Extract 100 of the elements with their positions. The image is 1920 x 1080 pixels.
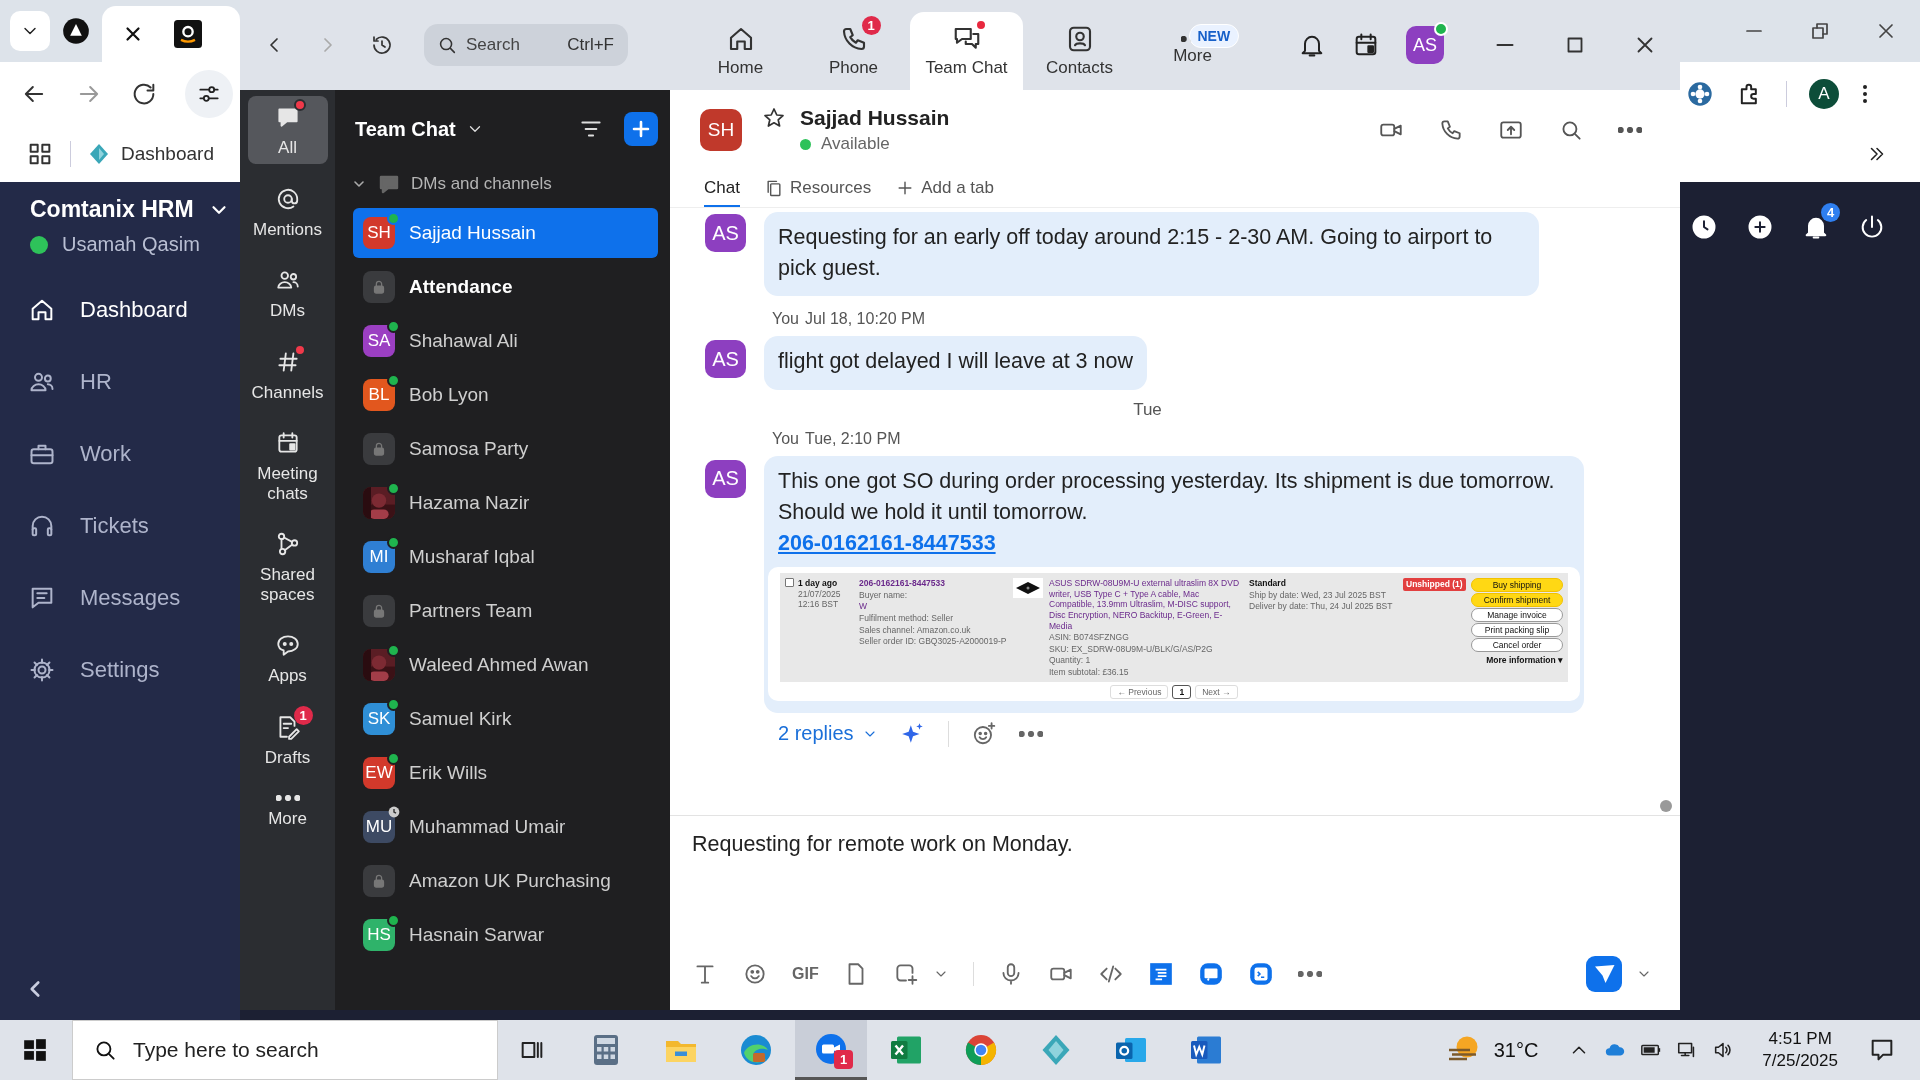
settings-icon	[28, 656, 56, 684]
chat-list-item[interactable]: HS Hasnain Sarwar	[353, 910, 658, 960]
avatar: BL	[363, 379, 395, 411]
pager-button[interactable]: Next →	[1195, 684, 1238, 699]
site-settings-button[interactable]	[185, 69, 233, 118]
rail-item[interactable]: Apps	[247, 624, 328, 692]
avatar: MI	[363, 541, 395, 573]
nav-item[interactable]: Work	[0, 418, 240, 490]
windows-start-icon[interactable]	[22, 1037, 48, 1063]
nav-item[interactable]: Settings	[0, 634, 240, 706]
pager-button[interactable]: 1	[1172, 684, 1192, 699]
product-link[interactable]: ASUS SDRW-08U9M-U external ultraslim 8X DVD writer, USB Type C + Type A cable, Mac Compatible, 13.9mm Ultraslim, M-DISC support, Disc Encryption, NERO Backitup, E-Green, E-Media	[1049, 578, 1245, 632]
extension-icon[interactable]	[1686, 79, 1714, 108]
product-thumbnail-icon	[1013, 578, 1043, 599]
notes-app-icon[interactable]	[1147, 961, 1174, 987]
pager-button[interactable]: ← Previous	[1110, 684, 1169, 699]
chat-list-item[interactable]: SK Samuel Kirk	[353, 694, 658, 744]
nav-item[interactable]: Dashboard	[0, 274, 240, 346]
chat-list-item[interactable]: MI Musharaf Iqbal	[353, 532, 658, 582]
chat-list-item[interactable]: Amazon UK Purchasing	[353, 856, 658, 906]
chat-list-item[interactable]: MU Muhammad Umair	[353, 802, 658, 852]
rail-item[interactable]: Mentions	[247, 177, 328, 246]
nav-tab[interactable]: Home	[684, 12, 797, 90]
online-dot	[800, 138, 811, 150]
chat-tab[interactable]: Chat	[704, 171, 740, 207]
phone-icon[interactable]	[1438, 117, 1464, 143]
rail-item[interactable]: More	[247, 787, 328, 835]
temperature[interactable]: 31°C	[1493, 1038, 1539, 1062]
shortcut-hint: Ctrl+F	[567, 35, 614, 55]
chat-tab[interactable]: Add a tab	[895, 171, 994, 207]
new-chat-button[interactable]	[624, 112, 658, 146]
chat-list-item[interactable]: Partners Team	[353, 586, 658, 636]
chat-list-item[interactable]: Attendance	[353, 262, 658, 312]
cell-text: Seller order ID: GBQ3025-A2000019-P	[859, 636, 1007, 647]
clock[interactable]: 4:51 PM 7/25/2025	[1762, 1027, 1838, 1073]
section-header[interactable]: DMs and channels	[335, 160, 658, 208]
cell-text: ASIN: B074SFZNGG	[1049, 632, 1129, 643]
cell-text: W	[859, 601, 868, 612]
terminal-app-icon[interactable]	[1247, 961, 1274, 987]
chat-list-item[interactable]: SH Sajjad Hussain	[353, 208, 658, 258]
rail-item[interactable]: DMs	[247, 259, 328, 327]
order-link[interactable]: 206-0162161-8447533	[859, 578, 946, 589]
more-info-link[interactable]: More information ▾	[1471, 655, 1563, 666]
profile-avatar[interactable]: AS	[1406, 26, 1444, 64]
action-button[interactable]: Buy shipping	[1471, 578, 1563, 593]
gif-button[interactable]: GIF	[792, 965, 819, 983]
cell-text: Buyer name:	[859, 589, 908, 601]
action-button[interactable]: Cancel order	[1471, 638, 1563, 653]
more-icon[interactable]	[1618, 127, 1642, 133]
nav-tab[interactable]: 1 Phone	[797, 12, 910, 90]
nav-tab[interactable]: NEW More	[1136, 12, 1249, 90]
action-button[interactable]: Manage invoice	[1471, 608, 1563, 623]
chat-tab[interactable]: Resources	[763, 171, 872, 207]
panel-title[interactable]: Team Chat	[355, 117, 456, 141]
action-button[interactable]: Print packing slip	[1471, 623, 1563, 638]
cell-text: Ship by date: Wed, 23 Jul 2025 BST	[1249, 589, 1386, 601]
chat-list-item[interactable]: BL Bob Lyon	[353, 370, 658, 420]
history-icon[interactable]	[370, 33, 394, 57]
clock-icon[interactable]	[1690, 213, 1718, 241]
cell-text: 1 day ago	[798, 578, 839, 589]
site-logo-icon[interactable]	[62, 17, 90, 45]
nav-item[interactable]: HR	[0, 346, 240, 418]
chat-bubble-icon	[274, 632, 301, 659]
chat-list-item[interactable]: Waleed Ahmed Awan	[353, 640, 658, 690]
chat-list-item[interactable]: Hazama Nazir	[353, 478, 658, 528]
whiteboard-app-icon[interactable]	[1197, 961, 1224, 987]
add-icon[interactable]	[1746, 213, 1774, 241]
bookmark-link[interactable]: Dashboard	[121, 142, 214, 165]
order-link[interactable]: 206-0162161-8447533	[778, 527, 1570, 560]
star-icon[interactable]	[762, 106, 786, 130]
profile-avatar[interactable]: A	[1809, 78, 1839, 109]
search-field[interactable]: Type here to search	[72, 1020, 498, 1080]
action-button[interactable]: Confirm shipment	[1471, 593, 1563, 608]
rail-item[interactable]: Shared spaces	[247, 523, 328, 611]
message-input[interactable]: Requesting for remote work on Monday.	[692, 826, 1652, 863]
scrollbar-thumb[interactable]	[1660, 800, 1672, 812]
nav-item[interactable]: Tickets	[0, 490, 240, 562]
checkbox[interactable]	[785, 578, 794, 588]
browser-tab[interactable]	[102, 6, 240, 62]
nav-item[interactable]: Messages	[0, 562, 240, 634]
more-icon[interactable]	[1018, 730, 1043, 737]
nav-tab[interactable]: Contacts	[1023, 12, 1136, 90]
rail-item[interactable]: All	[247, 96, 328, 164]
chat-list-item[interactable]: SA Shahawal Ali	[353, 316, 658, 366]
more-icon[interactable]	[1297, 971, 1322, 977]
rail-item[interactable]: 1 Drafts	[247, 705, 328, 774]
shop-logo-icon[interactable]	[174, 20, 202, 48]
taskbar-app[interactable]: 1	[795, 1020, 867, 1080]
avatar: SH	[363, 217, 395, 249]
sender-name: You	[772, 310, 799, 329]
rail-item[interactable]: Channels	[247, 340, 328, 409]
chat-list-item[interactable]: EW Erik Wills	[353, 748, 658, 798]
send-button[interactable]	[1586, 956, 1622, 992]
avatar: EW	[363, 757, 395, 789]
nav-tab[interactable]: Team Chat	[910, 12, 1023, 90]
avatar: MU	[363, 811, 395, 843]
timestamp: Jul 18, 10:20 PM	[805, 310, 926, 329]
rail-item[interactable]: Meeting chats	[247, 422, 328, 510]
replies-link[interactable]: 2 replies	[778, 722, 878, 746]
chat-list-item[interactable]: Samosa Party	[353, 424, 658, 474]
